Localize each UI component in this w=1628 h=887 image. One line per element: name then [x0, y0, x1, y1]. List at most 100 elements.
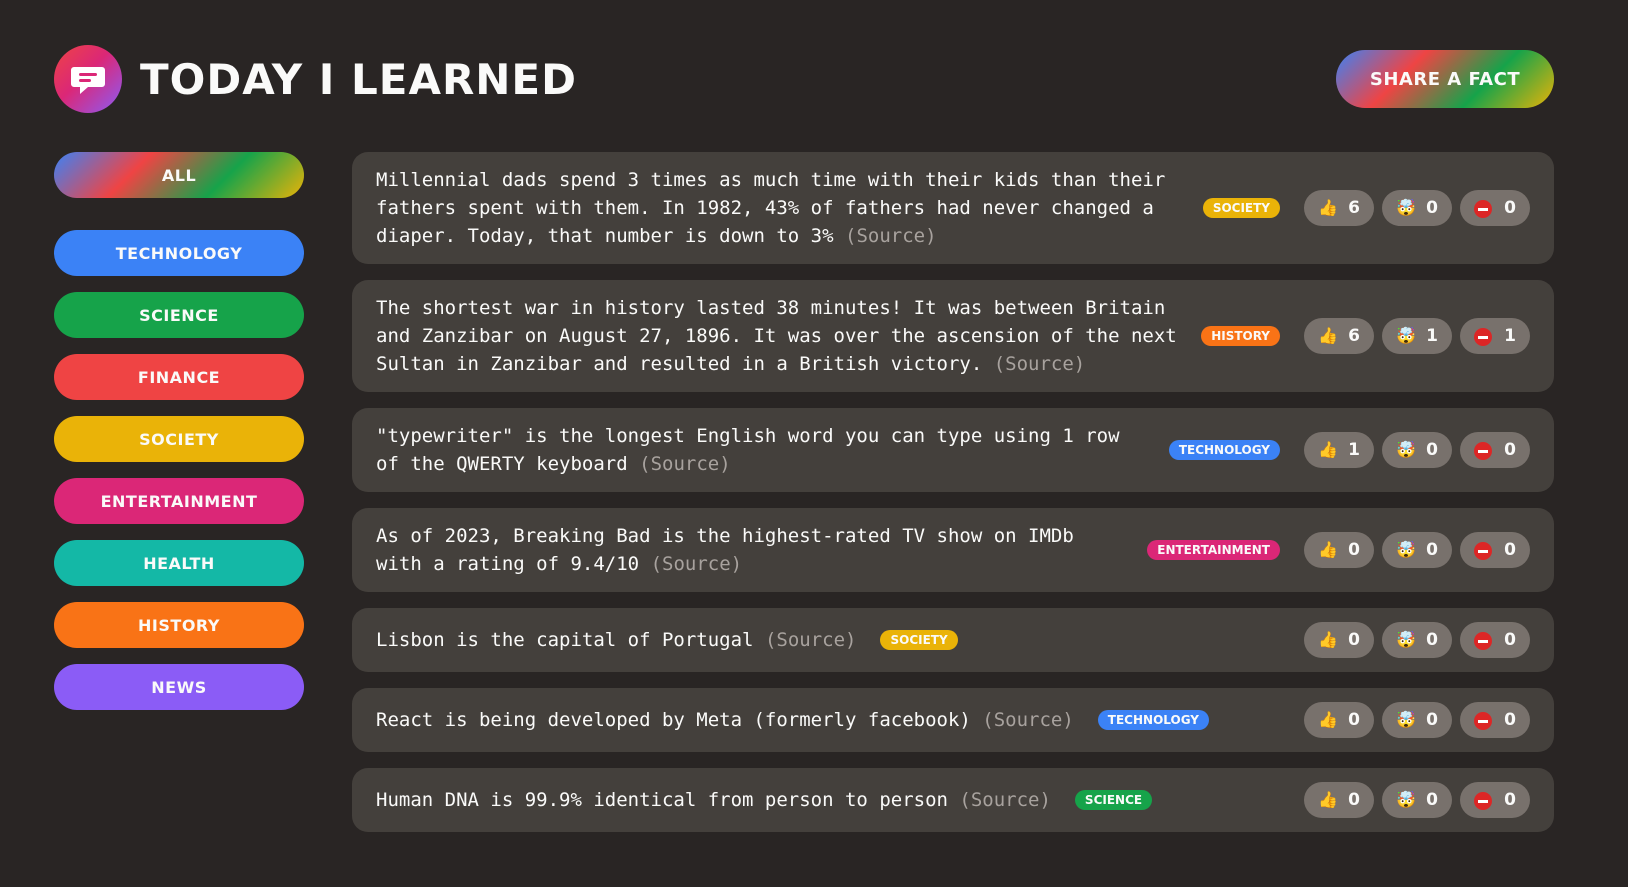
category-tag: technology — [1168, 440, 1280, 460]
vote-mindblowing-button[interactable]: 🤯 0 — [1382, 532, 1452, 568]
category-button-science[interactable]: Science — [54, 292, 304, 338]
vote-false-button[interactable]: 0 — [1460, 190, 1530, 226]
vote-interesting-button[interactable]: 👍 6 — [1304, 318, 1374, 354]
mind-blown-icon: 🤯 — [1396, 326, 1416, 345]
page-header: Today I Learned Share a fact — [54, 44, 1554, 114]
vote-interesting-button[interactable]: 👍 0 — [1304, 782, 1374, 818]
category-tag: society — [880, 630, 958, 650]
source-link[interactable]: (Source) — [982, 709, 1074, 731]
source-link[interactable]: (Source) — [994, 353, 1086, 375]
vote-interesting-button[interactable]: 👍 6 — [1304, 190, 1374, 226]
source-link[interactable]: (Source) — [959, 789, 1051, 811]
vote-count: 0 — [1348, 630, 1360, 650]
category-tag: society — [1202, 198, 1280, 218]
vote-interesting-button[interactable]: 👍 0 — [1304, 702, 1374, 738]
vote-count: 0 — [1348, 540, 1360, 560]
fact-text: As of 2023, Breaking Bad is the highest-… — [376, 522, 1123, 578]
vote-count: 0 — [1504, 540, 1516, 560]
fact-item: Human DNA is 99.9% identical from person… — [352, 768, 1554, 832]
fact-body: Millennial dads spend 3 times as much ti… — [376, 166, 1280, 250]
source-link[interactable]: (Source) — [651, 553, 743, 575]
fact-item: The shortest war in history lasted 38 mi… — [352, 280, 1554, 392]
category-button-news[interactable]: News — [54, 664, 304, 710]
vote-count: 6 — [1348, 326, 1360, 346]
vote-count: 0 — [1426, 790, 1438, 810]
vote-mindblowing-button[interactable]: 🤯 0 — [1382, 782, 1452, 818]
fact-body: Human DNA is 99.9% identical from person… — [376, 786, 1280, 814]
fact-item: "typewriter" is the longest English word… — [352, 408, 1554, 492]
source-link[interactable]: (Source) — [765, 629, 857, 651]
thumbs-up-icon: 👍 — [1318, 790, 1338, 809]
thumbs-up-icon: 👍 — [1318, 198, 1338, 217]
fact-text: Human DNA is 99.9% identical from person… — [376, 786, 1051, 814]
mind-blown-icon: 🤯 — [1396, 630, 1416, 649]
mind-blown-icon: 🤯 — [1396, 710, 1416, 729]
vote-mindblowing-button[interactable]: 🤯 0 — [1382, 622, 1452, 658]
no-entry-icon — [1474, 440, 1492, 461]
thumbs-up-icon: 👍 — [1318, 630, 1338, 649]
vote-count: 0 — [1426, 198, 1438, 218]
fact-body: The shortest war in history lasted 38 mi… — [376, 294, 1280, 378]
fact-item: Lisbon is the capital of Portugal (Sourc… — [352, 608, 1554, 672]
fact-body: "typewriter" is the longest English word… — [376, 422, 1280, 478]
mind-blown-icon: 🤯 — [1396, 540, 1416, 559]
thumbs-up-icon: 👍 — [1318, 326, 1338, 345]
no-entry-icon — [1474, 198, 1492, 219]
vote-mindblowing-button[interactable]: 🤯 1 — [1382, 318, 1452, 354]
no-entry-icon — [1474, 540, 1492, 561]
fact-text: The shortest war in history lasted 38 mi… — [376, 294, 1177, 378]
source-link[interactable]: (Source) — [639, 453, 731, 475]
vote-false-button[interactable]: 1 — [1460, 318, 1530, 354]
category-button-history[interactable]: History — [54, 602, 304, 648]
vote-false-button[interactable]: 0 — [1460, 782, 1530, 818]
category-button-health[interactable]: Health — [54, 540, 304, 586]
vote-mindblowing-button[interactable]: 🤯 0 — [1382, 432, 1452, 468]
vote-interesting-button[interactable]: 👍 0 — [1304, 622, 1374, 658]
vote-count: 0 — [1426, 540, 1438, 560]
vote-count: 0 — [1348, 710, 1360, 730]
thumbs-up-icon: 👍 — [1318, 710, 1338, 729]
vote-count: 0 — [1504, 710, 1516, 730]
no-entry-icon — [1474, 630, 1492, 651]
vote-mindblowing-button[interactable]: 🤯 0 — [1382, 190, 1452, 226]
share-fact-button[interactable]: Share a fact — [1336, 50, 1554, 108]
category-all-button[interactable]: All — [54, 152, 304, 198]
mind-blown-icon: 🤯 — [1396, 198, 1416, 217]
fact-list: Millennial dads spend 3 times as much ti… — [352, 152, 1554, 848]
vote-false-button[interactable]: 0 — [1460, 702, 1530, 738]
category-tag: history — [1201, 326, 1280, 346]
category-button-entertainment[interactable]: Entertainment — [54, 478, 304, 524]
source-link[interactable]: (Source) — [845, 225, 937, 247]
fact-statement: "typewriter" is the longest English word… — [376, 425, 1120, 475]
vote-count: 0 — [1348, 790, 1360, 810]
vote-buttons: 👍 0 🤯 0 0 — [1304, 622, 1530, 658]
vote-mindblowing-button[interactable]: 🤯 0 — [1382, 702, 1452, 738]
vote-false-button[interactable]: 0 — [1460, 622, 1530, 658]
vote-buttons: 👍 0 🤯 0 0 — [1304, 702, 1530, 738]
no-entry-icon — [1474, 326, 1492, 347]
category-list: Technology Science Finance Society Entertain… — [54, 230, 304, 710]
mind-blown-icon: 🤯 — [1396, 440, 1416, 459]
vote-buttons: 👍 0 🤯 0 0 — [1304, 782, 1530, 818]
thumbs-up-icon: 👍 — [1318, 540, 1338, 559]
vote-count: 0 — [1504, 198, 1516, 218]
vote-interesting-button[interactable]: 👍 0 — [1304, 532, 1374, 568]
fact-text: Lisbon is the capital of Portugal (Sourc… — [376, 626, 856, 654]
vote-count: 1 — [1504, 326, 1516, 346]
vote-buttons: 👍 6 🤯 1 1 — [1304, 318, 1530, 354]
fact-statement: Millennial dads spend 3 times as much ti… — [376, 169, 1166, 247]
category-button-technology[interactable]: Technology — [54, 230, 304, 276]
vote-buttons: 👍 1 🤯 0 0 — [1304, 432, 1530, 468]
vote-count: 0 — [1504, 440, 1516, 460]
mind-blown-icon: 🤯 — [1396, 790, 1416, 809]
fact-text: Millennial dads spend 3 times as much ti… — [376, 166, 1179, 250]
vote-interesting-button[interactable]: 👍 1 — [1304, 432, 1374, 468]
vote-false-button[interactable]: 0 — [1460, 432, 1530, 468]
fact-item: React is being developed by Meta (former… — [352, 688, 1554, 752]
category-button-finance[interactable]: Finance — [54, 354, 304, 400]
category-sidebar: All Technology Science Finance Society Enter… — [54, 152, 304, 726]
fact-text: React is being developed by Meta (former… — [376, 706, 1074, 734]
vote-false-button[interactable]: 0 — [1460, 532, 1530, 568]
category-button-society[interactable]: Society — [54, 416, 304, 462]
no-entry-icon — [1474, 790, 1492, 811]
